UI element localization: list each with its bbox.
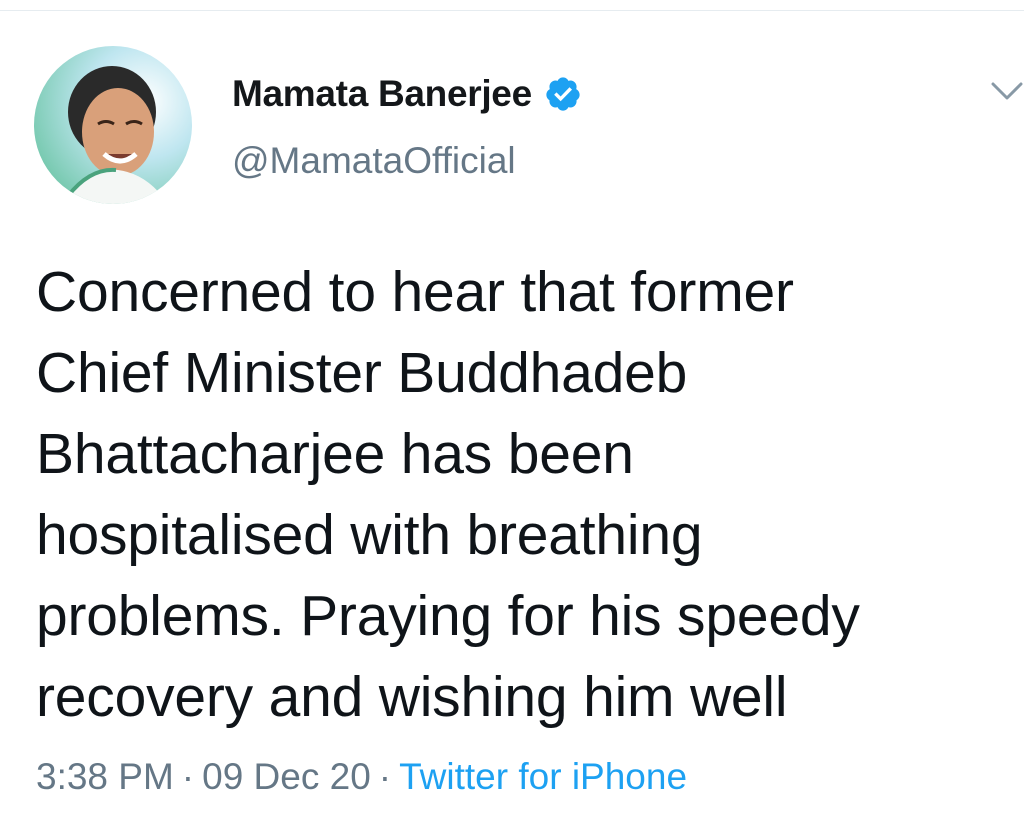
top-divider bbox=[0, 10, 1024, 11]
verified-badge-icon bbox=[544, 75, 582, 113]
tweet-text-line: Chief Minister Buddhadeb bbox=[36, 341, 688, 405]
meta-separator: · bbox=[378, 756, 392, 797]
meta-separator: · bbox=[181, 756, 195, 797]
author-name-row[interactable]: Mamata Banerjee bbox=[232, 70, 582, 118]
tweet-date[interactable]: 09 Dec 20 bbox=[202, 756, 371, 797]
tweet-time[interactable]: 3:38 PM bbox=[36, 756, 174, 797]
tweet-text-line: problems. Praying for his speedy bbox=[36, 584, 860, 648]
author-handle[interactable]: @MamataOfficial bbox=[232, 140, 516, 182]
tweet-text: Concerned to hear that former Chief Mini… bbox=[36, 252, 996, 738]
avatar-image bbox=[34, 46, 192, 204]
tweet-text-line: recovery and wishing him well bbox=[36, 665, 788, 729]
tweet-text-line: hospitalised with breathing bbox=[36, 503, 703, 567]
avatar[interactable] bbox=[34, 46, 192, 204]
tweet-text-line: Bhattacharjee has been bbox=[36, 422, 634, 486]
chevron-down-icon[interactable] bbox=[990, 80, 1024, 104]
tweet-text-line: Concerned to hear that former bbox=[36, 260, 794, 324]
tweet-source-link[interactable]: Twitter for iPhone bbox=[399, 756, 687, 797]
tweet-metadata: 3:38 PM · 09 Dec 20 · Twitter for iPhone bbox=[36, 756, 687, 798]
author-display-name[interactable]: Mamata Banerjee bbox=[232, 73, 532, 115]
